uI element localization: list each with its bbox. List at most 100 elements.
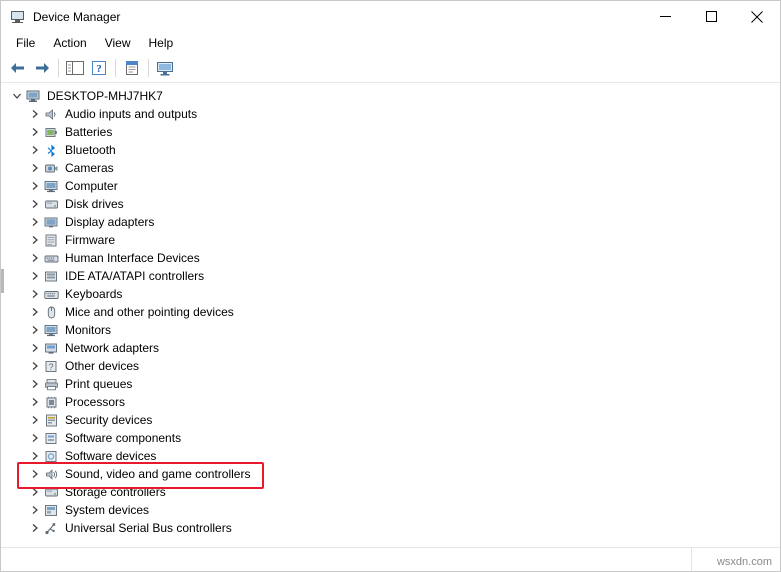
- tree-node-system-devices[interactable]: System devices: [1, 501, 780, 519]
- computer-icon: [25, 88, 41, 104]
- tree-node-batteries[interactable]: Batteries: [1, 123, 780, 141]
- menu-file[interactable]: File: [7, 33, 44, 53]
- tree-node-human-interface-devices[interactable]: Human Interface Devices: [1, 249, 780, 267]
- computer-icon: [43, 178, 59, 194]
- chevron-right-icon[interactable]: [27, 160, 43, 176]
- tree-node-label: Batteries: [65, 125, 113, 139]
- display-adapter-icon: [43, 214, 59, 230]
- chevron-right-icon[interactable]: [27, 430, 43, 446]
- tree-node-other-devices[interactable]: ? Other devices: [1, 357, 780, 375]
- tree-node-label: Firmware: [65, 233, 115, 247]
- tree-node-sound-video-and-game-controllers[interactable]: Sound, video and game controllers: [1, 465, 780, 483]
- toolbar: ?: [1, 54, 780, 83]
- chevron-right-icon[interactable]: [27, 340, 43, 356]
- tree-node-print-queues[interactable]: Print queues: [1, 375, 780, 393]
- tree-node-label: Universal Serial Bus controllers: [65, 521, 232, 535]
- tree-node-processors[interactable]: Processors: [1, 393, 780, 411]
- disk-drive-icon: [43, 196, 59, 212]
- chevron-right-icon[interactable]: [27, 214, 43, 230]
- show-hide-console-tree-button[interactable]: [63, 56, 87, 80]
- usb-controller-icon: [43, 520, 59, 536]
- mouse-icon: [43, 304, 59, 320]
- tree-node-bluetooth[interactable]: Bluetooth: [1, 141, 780, 159]
- menu-action[interactable]: Action: [44, 33, 95, 53]
- chevron-right-icon[interactable]: [27, 232, 43, 248]
- help-button[interactable]: ?: [87, 56, 111, 80]
- tree-node-computer[interactable]: Computer: [1, 177, 780, 195]
- tree-node-label: Cameras: [65, 161, 114, 175]
- tree-node-monitors[interactable]: Monitors: [1, 321, 780, 339]
- back-button[interactable]: [6, 56, 30, 80]
- tree-node-label: Software components: [65, 431, 182, 445]
- menu-help[interactable]: Help: [140, 33, 183, 53]
- close-button[interactable]: [734, 1, 780, 32]
- chevron-right-icon[interactable]: [27, 142, 43, 158]
- chevron-right-icon[interactable]: [27, 394, 43, 410]
- tree-node-label: Storage controllers: [65, 485, 166, 499]
- bluetooth-icon: [43, 142, 59, 158]
- chevron-right-icon[interactable]: [27, 124, 43, 140]
- tree-node-label: Audio inputs and outputs: [65, 107, 198, 121]
- tree-node-root[interactable]: DESKTOP-MHJ7HK7: [1, 87, 780, 105]
- chevron-right-icon[interactable]: [27, 304, 43, 320]
- minimize-button[interactable]: [642, 1, 688, 32]
- tree-node-disk-drives[interactable]: Disk drives: [1, 195, 780, 213]
- chevron-right-icon[interactable]: [27, 520, 43, 536]
- storage-controller-icon: [43, 484, 59, 500]
- tree-node-label: Disk drives: [65, 197, 124, 211]
- tree-node-keyboards[interactable]: Keyboards: [1, 285, 780, 303]
- chevron-right-icon[interactable]: [27, 196, 43, 212]
- tree-node-firmware[interactable]: Firmware: [1, 231, 780, 249]
- tree-node-cameras[interactable]: Cameras: [1, 159, 780, 177]
- tree-node-mice-and-other-pointing-devices[interactable]: Mice and other pointing devices: [1, 303, 780, 321]
- chevron-down-icon[interactable]: [9, 88, 25, 104]
- chevron-right-icon[interactable]: [27, 502, 43, 518]
- device-tree-panel[interactable]: DESKTOP-MHJ7HK7 Audio inputs and outputs…: [1, 83, 780, 547]
- svg-text:?: ?: [96, 63, 102, 75]
- tree-node-label: Mice and other pointing devices: [65, 305, 234, 319]
- printer-icon: [43, 376, 59, 392]
- chevron-right-icon[interactable]: [27, 376, 43, 392]
- chevron-right-icon[interactable]: [27, 250, 43, 266]
- tree-node-software-components[interactable]: Software components: [1, 429, 780, 447]
- tree-node-label: Security devices: [65, 413, 153, 427]
- chevron-right-icon[interactable]: [27, 178, 43, 194]
- title-bar: Device Manager: [1, 1, 780, 32]
- forward-button[interactable]: [30, 56, 54, 80]
- chevron-right-icon[interactable]: [27, 412, 43, 428]
- monitor-icon: [10, 9, 26, 25]
- other-device-icon: ?: [43, 358, 59, 374]
- tree-node-security-devices[interactable]: Security devices: [1, 411, 780, 429]
- camera-icon: [43, 160, 59, 176]
- monitor-icon: [43, 322, 59, 338]
- chevron-right-icon[interactable]: [27, 484, 43, 500]
- tree-node-label: Computer: [65, 179, 118, 193]
- tree-node-audio-inputs-and-outputs[interactable]: Audio inputs and outputs: [1, 105, 780, 123]
- tree-node-universal-serial-bus-controllers[interactable]: Universal Serial Bus controllers: [1, 519, 780, 537]
- tree-node-display-adapters[interactable]: Display adapters: [1, 213, 780, 231]
- tree-node-label: Bluetooth: [65, 143, 116, 157]
- chevron-right-icon[interactable]: [27, 448, 43, 464]
- menu-bar: File Action View Help: [1, 32, 780, 54]
- speaker-icon: [43, 106, 59, 122]
- tree-node-root-label: DESKTOP-MHJ7HK7: [47, 89, 163, 103]
- tree-node-label: Other devices: [65, 359, 140, 373]
- scan-for-hardware-changes-button[interactable]: [153, 56, 177, 80]
- tree-node-label: IDE ATA/ATAPI controllers: [65, 269, 205, 283]
- tree-node-ide-ata-atapi-controllers[interactable]: IDE ATA/ATAPI controllers: [1, 267, 780, 285]
- tree-node-network-adapters[interactable]: Network adapters: [1, 339, 780, 357]
- chevron-right-icon[interactable]: [27, 268, 43, 284]
- firmware-icon: [43, 232, 59, 248]
- chevron-right-icon[interactable]: [27, 286, 43, 302]
- ide-controller-icon: [43, 268, 59, 284]
- battery-icon: [43, 124, 59, 140]
- chevron-right-icon[interactable]: [27, 466, 43, 482]
- chevron-right-icon[interactable]: [27, 358, 43, 374]
- chevron-right-icon[interactable]: [27, 322, 43, 338]
- maximize-button[interactable]: [688, 1, 734, 32]
- properties-button[interactable]: [120, 56, 144, 80]
- tree-node-software-devices[interactable]: Software devices: [1, 447, 780, 465]
- tree-node-storage-controllers[interactable]: Storage controllers: [1, 483, 780, 501]
- chevron-right-icon[interactable]: [27, 106, 43, 122]
- menu-view[interactable]: View: [96, 33, 140, 53]
